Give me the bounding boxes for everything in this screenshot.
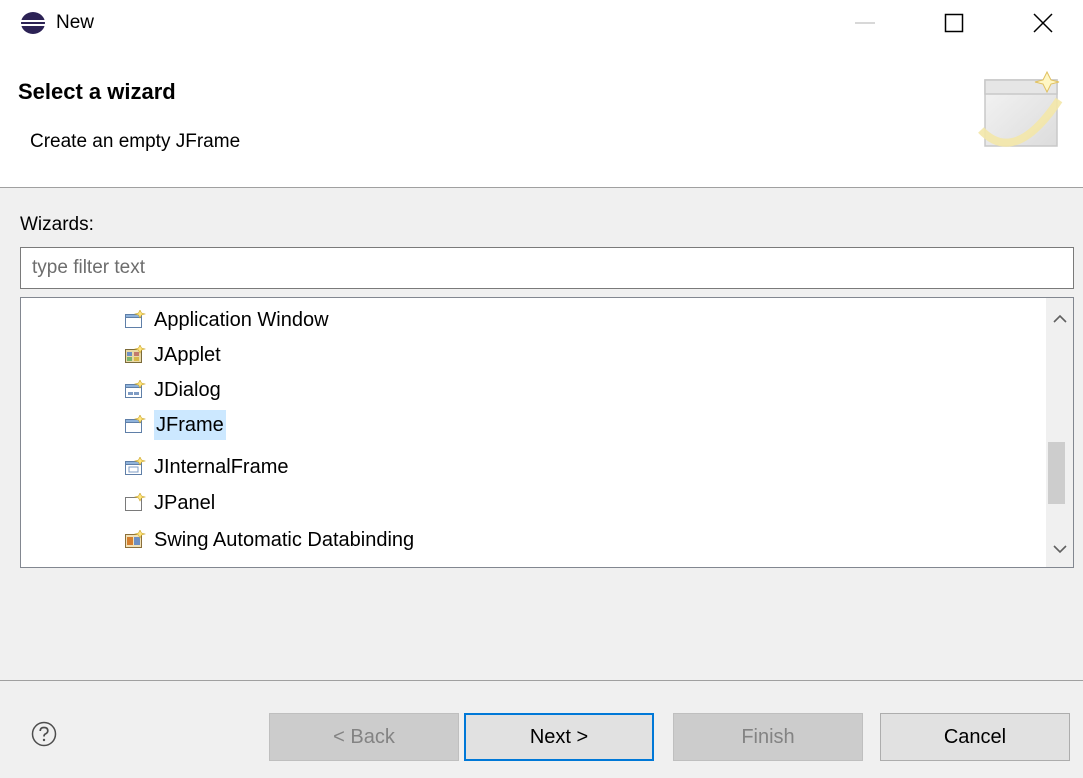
- window-title: New: [56, 12, 95, 33]
- page-title: Select a wizard: [18, 79, 176, 104]
- chevron-down-icon: [1053, 545, 1067, 554]
- tree-item-label: JDialog: [154, 379, 221, 401]
- panel-icon: [125, 493, 146, 511]
- footer-divider: [0, 680, 1083, 681]
- tree-item-label: JFrame: [154, 410, 226, 440]
- minimize-icon: [855, 22, 875, 24]
- tree-item-swing-databinding[interactable]: Swing Automatic Databinding: [120, 523, 550, 557]
- internal-frame-icon: [125, 457, 146, 475]
- frame-icon: [125, 415, 146, 433]
- wizard-header: Select a wizard Create an empty JFrame: [0, 46, 1083, 187]
- eclipse-icon: [21, 12, 45, 34]
- tree-item-jdialog[interactable]: JDialog: [120, 373, 550, 407]
- header-divider: [0, 187, 1083, 188]
- wizard-banner-icon: [978, 70, 1063, 147]
- vertical-scrollbar[interactable]: [1046, 298, 1073, 567]
- wizard-tree[interactable]: Application Window JApplet JDialog JFram…: [20, 297, 1074, 568]
- scroll-up-button[interactable]: [1046, 304, 1073, 334]
- close-icon: [1033, 13, 1053, 33]
- finish-button[interactable]: Finish: [673, 713, 863, 761]
- tree-item-label: JInternalFrame: [154, 456, 289, 478]
- wizards-label: Wizards:: [20, 214, 94, 235]
- dialog-icon: [125, 380, 146, 398]
- applet-icon: [125, 345, 146, 363]
- tree-item-jinternalframe[interactable]: JInternalFrame: [120, 450, 550, 484]
- help-icon[interactable]: [31, 721, 57, 747]
- scroll-thumb[interactable]: [1048, 442, 1065, 504]
- minimize-button[interactable]: [838, 0, 892, 46]
- cancel-button[interactable]: Cancel: [880, 713, 1070, 761]
- maximize-icon: [944, 13, 964, 33]
- tree-item-jframe[interactable]: JFrame: [120, 408, 550, 442]
- tree-item-label: JPanel: [154, 492, 216, 514]
- chevron-up-icon: [1053, 314, 1067, 323]
- tree-item-label: Application Window: [154, 309, 329, 331]
- maximize-button[interactable]: [927, 0, 981, 46]
- title-bar: New: [0, 0, 1083, 46]
- tree-item-application-window[interactable]: Application Window: [120, 303, 550, 337]
- filter-input[interactable]: [20, 247, 1074, 289]
- back-button[interactable]: < Back: [269, 713, 459, 761]
- tree-item-label: Swing Automatic Databinding: [154, 529, 415, 551]
- databinding-icon: [125, 530, 146, 548]
- scroll-down-button[interactable]: [1046, 534, 1073, 564]
- tree-item-japplet[interactable]: JApplet: [120, 338, 550, 372]
- tree-item-label: JApplet: [154, 344, 221, 366]
- tree-item-jpanel[interactable]: JPanel: [120, 486, 550, 520]
- next-button[interactable]: Next >: [464, 713, 654, 761]
- window-icon: [125, 310, 146, 328]
- close-button[interactable]: [1016, 0, 1070, 46]
- page-description: Create an empty JFrame: [30, 131, 241, 152]
